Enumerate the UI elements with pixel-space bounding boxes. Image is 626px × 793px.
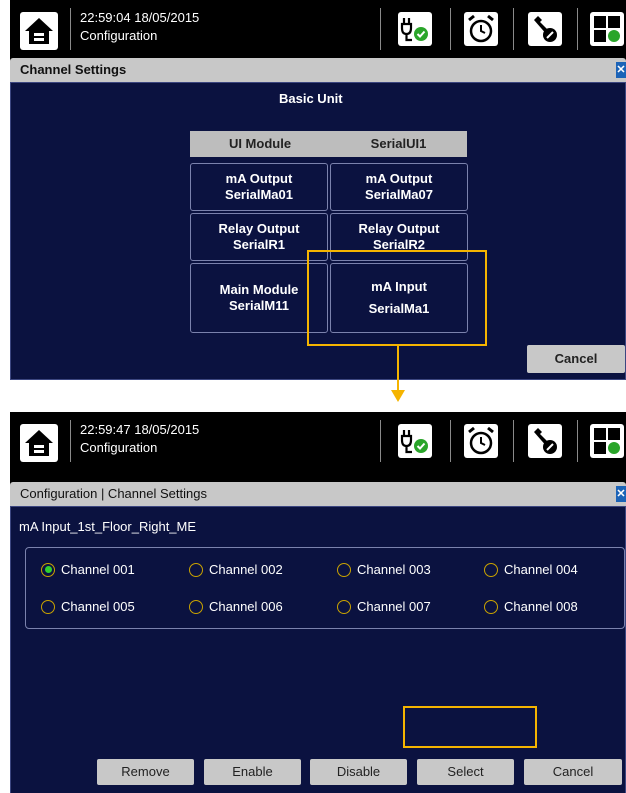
dialog-title-bar: Channel Settings ✕ [10,58,626,82]
select-button[interactable]: Select [417,759,514,785]
separator [70,8,71,50]
cell-line2: SerialMa07 [365,187,433,202]
separator [450,8,451,50]
time-date: 22:59:04 18/05/2015 [80,10,200,25]
header-serial: SerialUI1 [330,131,467,157]
alarm-clock-icon[interactable] [464,12,498,46]
channel-label: Channel 003 [357,562,431,577]
cell-line1: Relay Output [358,221,440,236]
breadcrumb: Configuration [80,28,158,43]
channel-label: Channel 005 [61,599,135,614]
channel-option-003[interactable]: Channel 003 [337,562,431,577]
enable-button[interactable]: Enable [204,759,301,785]
separator [577,420,578,462]
radio-icon[interactable] [484,562,498,577]
cell-line2: SerialR1 [232,237,286,252]
channel-option-002[interactable]: Channel 002 [189,562,283,577]
highlight-box-select [403,706,537,748]
radio-icon[interactable] [189,599,203,614]
channel-label: Channel 008 [504,599,578,614]
cancel-button[interactable]: Cancel [527,345,625,373]
module-grid-icon[interactable] [590,424,624,458]
cell-line1: mA Output [225,171,293,186]
channel-option-007[interactable]: Channel 007 [337,599,431,614]
separator [513,8,514,50]
highlight-box-ma-input [307,250,487,346]
channel-option-006[interactable]: Channel 006 [189,599,283,614]
separator [513,420,514,462]
channel-label: Channel 001 [61,562,135,577]
close-button[interactable]: ✕ [616,486,626,502]
module-cell-ma-output-1[interactable]: mA Output SerialMa01 [190,163,328,211]
channel-option-001[interactable]: Channel 001 [41,562,135,577]
channel-label: Channel 007 [357,599,431,614]
radio-icon[interactable] [189,562,203,577]
close-button[interactable]: ✕ [616,62,626,78]
alarm-clock-icon[interactable] [464,424,498,458]
top-bar: 22:59:04 18/05/2015 Configuration [10,0,626,57]
connector-arrow [391,344,405,402]
separator [450,420,451,462]
top-bar: 22:59:47 18/05/2015 Configuration [10,412,626,469]
dialog-title: Channel Settings [20,62,127,77]
module-cell-ma-output-7[interactable]: mA Output SerialMa07 [330,163,468,211]
channel-label: Channel 002 [209,562,283,577]
dialog-title: Configuration | Channel Settings [20,486,207,501]
power-plug-check-icon[interactable] [398,424,432,458]
cancel-button[interactable]: Cancel [524,759,622,785]
cell-line1: mA Output [365,171,433,186]
channel-option-004[interactable]: Channel 004 [484,562,578,577]
breadcrumb: Configuration [80,440,158,455]
tools-icon[interactable] [528,424,562,458]
radio-selected-icon[interactable] [41,562,55,577]
home-icon[interactable] [20,12,58,50]
cell-line1: Main Module [219,282,299,297]
channel-option-008[interactable]: Channel 008 [484,599,578,614]
cell-line2: SerialM11 [229,298,289,313]
cell-line2: SerialMa01 [225,187,293,202]
power-plug-check-icon[interactable] [398,12,432,46]
cell-line1: Relay Output [218,221,300,236]
separator [380,420,381,462]
separator [380,8,381,50]
radio-icon[interactable] [41,599,55,614]
channel-group-box [25,547,625,629]
dialog-title-bar: Configuration | Channel Settings ✕ [10,482,626,506]
disable-button[interactable]: Disable [310,759,407,785]
radio-icon[interactable] [337,599,351,614]
home-icon[interactable] [20,424,58,462]
channel-option-005[interactable]: Channel 005 [41,599,135,614]
separator [70,420,71,462]
time-date: 22:59:47 18/05/2015 [80,422,200,437]
channel-selection-panel: mA Input_1st_Floor_Right_ME Channel 001 … [10,506,626,793]
separator [577,8,578,50]
radio-icon[interactable] [337,562,351,577]
radio-icon[interactable] [484,599,498,614]
channel-label: Channel 006 [209,599,283,614]
tools-icon[interactable] [528,12,562,46]
channel-label: Channel 004 [504,562,578,577]
module-name: mA Input_1st_Floor_Right_ME [19,519,197,534]
unit-title: Basic Unit [279,91,343,106]
header-ui-module: UI Module [190,131,330,157]
remove-button[interactable]: Remove [97,759,194,785]
module-grid-icon[interactable] [590,12,624,46]
